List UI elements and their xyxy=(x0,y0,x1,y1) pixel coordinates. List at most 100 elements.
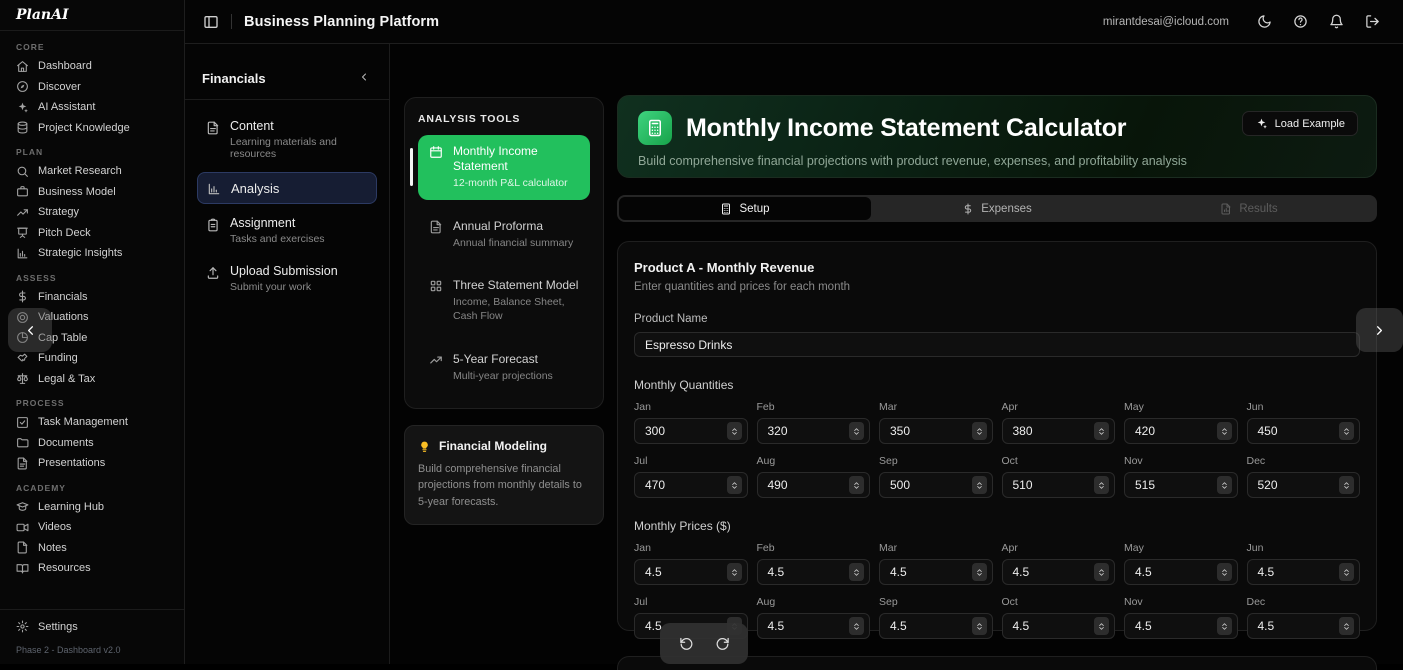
number-stepper[interactable] xyxy=(1094,476,1109,494)
sidebar-item-learning-hub[interactable]: Learning Hub xyxy=(0,497,184,518)
number-stepper[interactable] xyxy=(972,563,987,581)
sidebar-item-resources[interactable]: Resources xyxy=(0,558,184,579)
number-stepper[interactable] xyxy=(1339,563,1354,581)
dark-mode-toggle[interactable] xyxy=(1249,7,1279,37)
price-input-aug[interactable]: 4.5 xyxy=(757,613,871,639)
number-stepper[interactable] xyxy=(1339,617,1354,635)
number-stepper[interactable] xyxy=(849,422,864,440)
quantity-input-nov[interactable]: 515 xyxy=(1124,472,1238,498)
calculator-subtitle: Build comprehensive financial projection… xyxy=(638,154,1356,168)
tool-item-5-year-forecast[interactable]: 5-Year ForecastMulti-year projections xyxy=(418,343,590,393)
redo-button[interactable] xyxy=(714,636,730,652)
number-stepper[interactable] xyxy=(849,617,864,635)
sidebar-item-strategic-insights[interactable]: Strategic Insights xyxy=(0,243,184,264)
number-stepper[interactable] xyxy=(727,422,742,440)
course-nav-item-assignment[interactable]: AssignmentTasks and exercises xyxy=(197,209,377,252)
presentation-icon xyxy=(16,226,29,239)
course-nav-header: Financials xyxy=(197,70,377,99)
collapse-sidebar-button[interactable] xyxy=(8,308,52,352)
sidebar-item-strategy[interactable]: Strategy xyxy=(0,202,184,223)
course-nav-item-content[interactable]: ContentLearning materials and resources xyxy=(197,112,377,167)
chevrons-up-down-icon xyxy=(1097,620,1106,633)
number-stepper[interactable] xyxy=(1217,563,1232,581)
sidebar-item-documents[interactable]: Documents xyxy=(0,433,184,454)
sidebar-item-ai-assistant[interactable]: AI Assistant xyxy=(0,97,184,118)
price-input-sep[interactable]: 4.5 xyxy=(879,613,993,639)
sidebar-item-financials[interactable]: Financials xyxy=(0,287,184,308)
sidebar-item-project-knowledge[interactable]: Project Knowledge xyxy=(0,118,184,139)
logout-button[interactable] xyxy=(1357,7,1387,37)
tool-item-monthly-income-statement[interactable]: Monthly Income Statement12-month P&L cal… xyxy=(418,135,590,200)
product-name-input[interactable] xyxy=(634,332,1360,357)
quantity-input-may[interactable]: 420 xyxy=(1124,418,1238,444)
course-nav-collapse-button[interactable] xyxy=(356,70,372,86)
quantity-input-aug[interactable]: 490 xyxy=(757,472,871,498)
quantity-input-dec[interactable]: 520 xyxy=(1247,472,1361,498)
price-input-mar[interactable]: 4.5 xyxy=(879,559,993,585)
price-input-jan[interactable]: 4.5 xyxy=(634,559,748,585)
number-stepper[interactable] xyxy=(972,617,987,635)
help-button[interactable] xyxy=(1285,7,1315,37)
number-stepper[interactable] xyxy=(1217,422,1232,440)
number-stepper[interactable] xyxy=(1339,476,1354,494)
notifications-button[interactable] xyxy=(1321,7,1351,37)
expand-panel-button[interactable] xyxy=(1356,308,1403,352)
quantity-input-apr[interactable]: 380 xyxy=(1002,418,1116,444)
tab-results[interactable]: Results xyxy=(1123,197,1375,220)
sidebar-item-settings[interactable]: Settings xyxy=(0,617,184,638)
tool-item-three-statement-model[interactable]: Three Statement ModelIncome, Balance She… xyxy=(418,269,590,332)
number-stepper[interactable] xyxy=(972,422,987,440)
sidebar-item-business-model[interactable]: Business Model xyxy=(0,182,184,203)
number-stepper[interactable] xyxy=(1094,563,1109,581)
sidebar-item-videos[interactable]: Videos xyxy=(0,517,184,538)
price-input-apr[interactable]: 4.5 xyxy=(1002,559,1116,585)
month-label: Jan xyxy=(634,542,748,554)
number-stepper[interactable] xyxy=(1217,617,1232,635)
sidebar-toggle-icon[interactable] xyxy=(203,14,219,30)
course-nav-item-analysis[interactable]: Analysis xyxy=(197,172,377,204)
load-example-button[interactable]: Load Example xyxy=(1242,111,1358,136)
sidebar-item-market-research[interactable]: Market Research xyxy=(0,161,184,182)
price-input-dec[interactable]: 4.5 xyxy=(1247,613,1361,639)
course-nav-item-upload-submission[interactable]: Upload SubmissionSubmit your work xyxy=(197,257,377,300)
undo-button[interactable] xyxy=(678,636,694,652)
sidebar-item-notes[interactable]: Notes xyxy=(0,538,184,559)
analysis-tools-panel: ANALYSIS TOOLS Monthly Income Statement1… xyxy=(404,97,604,409)
tool-item-annual-proforma[interactable]: Annual ProformaAnnual financial summary xyxy=(418,210,590,260)
quantity-input-sep[interactable]: 500 xyxy=(879,472,993,498)
month-label: Feb xyxy=(757,542,871,554)
number-stepper[interactable] xyxy=(849,563,864,581)
quantity-input-jan[interactable]: 300 xyxy=(634,418,748,444)
quantity-input-oct[interactable]: 510 xyxy=(1002,472,1116,498)
number-stepper[interactable] xyxy=(1217,476,1232,494)
number-stepper[interactable] xyxy=(1339,422,1354,440)
quantity-input-mar[interactable]: 350 xyxy=(879,418,993,444)
sidebar-item-presentations[interactable]: Presentations xyxy=(0,453,184,474)
sidebar-item-label: Legal & Tax xyxy=(38,373,95,385)
number-stepper[interactable] xyxy=(1094,422,1109,440)
number-stepper[interactable] xyxy=(972,476,987,494)
sidebar-item-task-management[interactable]: Task Management xyxy=(0,412,184,433)
price-input-oct[interactable]: 4.5 xyxy=(1002,613,1116,639)
chevrons-up-down-icon xyxy=(975,566,984,579)
price-input-nov[interactable]: 4.5 xyxy=(1124,613,1238,639)
quantity-input-jun[interactable]: 450 xyxy=(1247,418,1361,444)
number-stepper[interactable] xyxy=(1094,617,1109,635)
tab-setup[interactable]: Setup xyxy=(619,197,871,220)
price-input-jun[interactable]: 4.5 xyxy=(1247,559,1361,585)
price-input-may[interactable]: 4.5 xyxy=(1124,559,1238,585)
price-value: 4.5 xyxy=(1135,565,1152,579)
sidebar-item-discover[interactable]: Discover xyxy=(0,77,184,98)
quantity-input-jul[interactable]: 470 xyxy=(634,472,748,498)
folder-icon xyxy=(16,436,29,449)
tab-expenses[interactable]: Expenses xyxy=(871,197,1123,220)
number-stepper[interactable] xyxy=(727,563,742,581)
sidebar-item-legal-tax[interactable]: Legal & Tax xyxy=(0,369,184,390)
quantity-input-feb[interactable]: 320 xyxy=(757,418,871,444)
sidebar-item-pitch-deck[interactable]: Pitch Deck xyxy=(0,223,184,244)
sidebar-item-dashboard[interactable]: Dashboard xyxy=(0,56,184,77)
number-stepper[interactable] xyxy=(727,476,742,494)
calculator-icon xyxy=(646,119,664,137)
number-stepper[interactable] xyxy=(849,476,864,494)
price-input-feb[interactable]: 4.5 xyxy=(757,559,871,585)
